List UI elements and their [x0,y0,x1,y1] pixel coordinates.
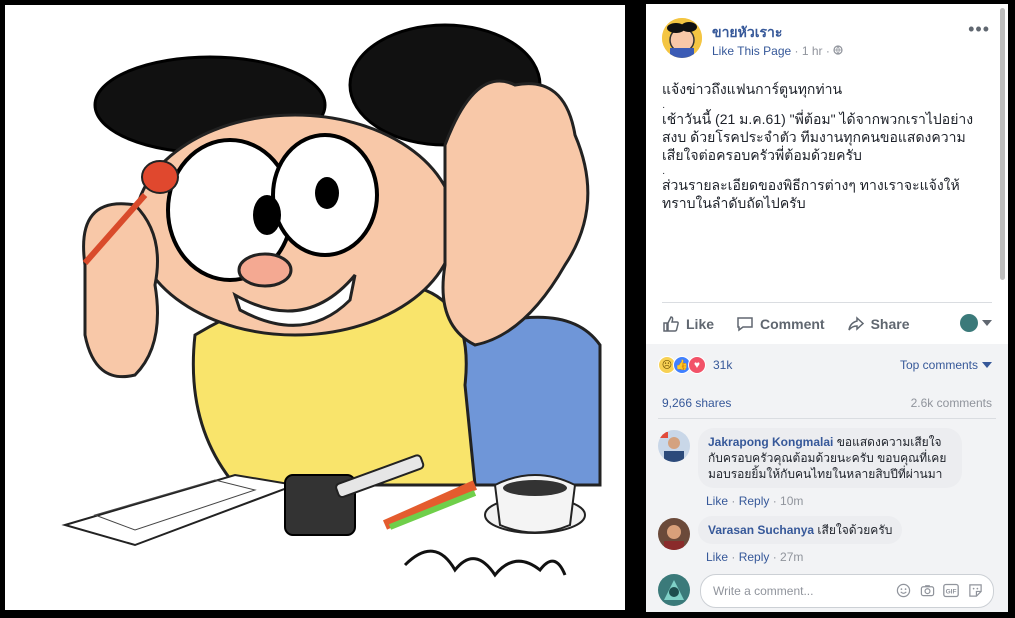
post-paragraph-3: ส่วนรายละเอียดของพิธีการต่างๆ ทางเราจะแจ… [662,177,960,211]
post-photo[interactable] [5,5,625,610]
page-name-link[interactable]: ขายหัวเราะ [712,22,782,44]
comment-input[interactable] [711,583,885,599]
post-actions: Like Comment Share [662,310,992,338]
commenter-avatar[interactable] [658,518,690,550]
like-button[interactable]: Like [662,315,714,333]
post-header: ขายหัวเราะ Like This Page · 1 hr · ••• [662,18,994,62]
comment-item: Varasan Suchanya เสียใจด้วยครับ Like · R… [658,516,994,568]
comment-item: Jakrapong Kongmalai ขอแสดงความเสียใจกับค… [658,428,994,508]
comment-author[interactable]: Varasan Suchanya [708,523,814,537]
like-label: Like [686,316,715,332]
emoji-icon[interactable] [895,582,911,598]
comment-button[interactable]: Comment [736,315,825,333]
separator: · [728,494,739,508]
post-panel: ขายหัวเราะ Like This Page · 1 hr · ••• แ… [646,4,1008,612]
sort-label: Top comments [899,358,978,372]
comment-time[interactable]: 10m [780,494,803,508]
post-as-selector[interactable] [960,314,992,332]
comment-label: Comment [760,316,825,332]
reaction-count[interactable]: 31k [713,358,732,372]
reactions-summary[interactable]: ☹ 👍 ♥ 31k [658,356,732,374]
separator: · [769,550,781,564]
comments-count[interactable]: 2.6k comments [911,396,992,410]
more-options-icon[interactable]: ••• [968,20,990,38]
commenter-avatar[interactable] [658,430,690,462]
comment-like-link[interactable]: Like [706,550,728,564]
page-logo-icon [662,18,702,58]
meta-separator: · [791,44,802,58]
globe-icon [833,44,843,58]
share-button[interactable]: Share [847,315,910,333]
post-time[interactable]: 1 hr [802,44,823,58]
post-paragraph-1: แจ้งข่าวถึงแฟนการ์ตูนทุกท่าน [662,81,843,97]
comment-icon [737,317,753,332]
comment-sort-dropdown[interactable]: Top comments [900,358,992,372]
divider [662,302,992,303]
share-icon [847,316,864,331]
chevron-down-icon [982,320,992,326]
comment-bubble: Varasan Suchanya เสียใจด้วยครับ [698,516,903,544]
like-page-link[interactable]: Like This Page [712,44,791,58]
comment-like-link[interactable]: Like [706,494,728,508]
chevron-down-icon [982,362,992,368]
sticker-icon[interactable] [967,582,983,598]
comment-composer: GIF [658,574,994,608]
comment-actions: Like · Reply · 27m [706,550,803,564]
gif-icon-label: GIF [946,588,957,595]
divider [658,418,996,419]
post-body: แจ้งข่าวถึงแฟนการ์ตูนทุกท่าน · เช้าวันนี… [662,80,992,226]
camera-icon[interactable] [919,582,935,598]
scrollbar[interactable] [1000,8,1005,280]
post-paragraph-2: เช้าวันนี้ (21 ม.ค.61) "พี่ต้อม" ได้จากพ… [662,111,974,163]
separator: · [728,550,739,564]
comment-author[interactable]: Jakrapong Kongmalai [708,435,833,449]
comment-time[interactable]: 27m [780,550,803,564]
shares-count[interactable]: 9,266 shares [662,396,731,410]
user-avatar[interactable] [658,574,690,606]
comment-text: เสียใจด้วยครับ [814,523,893,537]
comment-reply-link[interactable]: Reply [739,550,770,564]
comment-bubble: Jakrapong Kongmalai ขอแสดงความเสียใจกับค… [698,428,962,488]
composer-icons: GIF [887,582,983,598]
user-avatar-icon [960,314,978,332]
separator: · [769,494,781,508]
comment-reply-link[interactable]: Reply [739,494,770,508]
comment-actions: Like · Reply · 10m [706,494,803,508]
post-meta: Like This Page · 1 hr · [712,44,843,58]
page-avatar[interactable] [662,18,702,58]
cartoon-illustration [61,23,602,578]
love-reaction-icon: ♥ [688,356,706,374]
thumbs-up-icon [663,316,679,332]
gif-icon[interactable]: GIF [943,582,959,598]
meta-separator-2: · [822,44,834,58]
feedback-section: ☹ 👍 ♥ 31k Top comments 9,266 shares 2.6k… [646,344,1008,612]
share-label: Share [870,316,910,332]
comment-input-box[interactable]: GIF [700,574,994,608]
